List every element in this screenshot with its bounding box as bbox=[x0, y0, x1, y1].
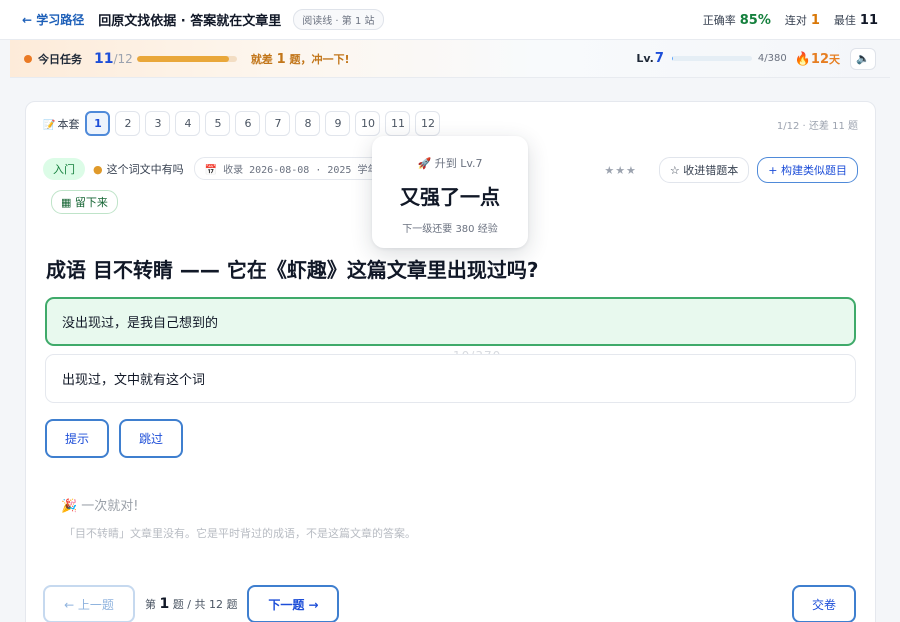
level-area: Lv.7 4/380 🔥12天 🔈 bbox=[636, 47, 876, 70]
sound-toggle-button[interactable]: 🔈 bbox=[850, 47, 876, 70]
level-up-title: 又强了一点 bbox=[400, 185, 500, 209]
set-label-text: 本套 bbox=[57, 117, 80, 131]
task-hint-number: 1 bbox=[276, 51, 286, 67]
best-value: 11 bbox=[859, 12, 878, 28]
accuracy-value: 85% bbox=[739, 12, 771, 28]
best-label: 最佳 bbox=[833, 13, 856, 27]
source-info: 📅 收录 2026-08-08 · 2025 学年第 bbox=[193, 157, 399, 180]
page-suffix: 题 / 共 12 题 bbox=[172, 598, 238, 611]
level-label: Lv.7 bbox=[636, 51, 664, 66]
feedback-explanation: 「目不转睛」文章里没有。它是平时背过的成语，不是这篇文章的答案。 bbox=[64, 527, 416, 540]
feedback-title-text: 一次就对! bbox=[81, 499, 139, 514]
level-up-heading: 🚀 升到 Lv.7 bbox=[417, 157, 483, 170]
next-question-button[interactable]: 下一题 → bbox=[247, 585, 340, 622]
question-number-button[interactable]: 4 bbox=[175, 111, 201, 136]
difficulty-badge: 入门 bbox=[43, 157, 85, 180]
option-b[interactable]: 出现过，文中就有这个词 bbox=[45, 354, 856, 403]
task-count: 11/12 bbox=[94, 50, 133, 67]
day-streak-unit: 天 bbox=[829, 52, 840, 66]
streak-correct-label: 连对 bbox=[784, 13, 807, 27]
pencil-icon: 📝 bbox=[43, 119, 56, 131]
question-number-button[interactable]: 3 bbox=[145, 111, 171, 136]
question-number-button[interactable]: 12 bbox=[415, 111, 441, 136]
level-prefix: Lv. bbox=[636, 52, 654, 65]
option-b-text: 出现过，文中就有这个词 bbox=[62, 373, 206, 388]
xp-text: 4/380 bbox=[757, 53, 787, 64]
xp-progress-bar bbox=[671, 56, 752, 61]
question-number-button[interactable]: 10 bbox=[355, 111, 381, 136]
skip-button[interactable]: 跳过 bbox=[119, 419, 183, 458]
back-to-learning-path-link[interactable]: ← 学习路径 bbox=[22, 11, 84, 28]
page-prefix: 第 bbox=[145, 598, 156, 611]
build-similar-button[interactable]: + 构建类似题目 bbox=[757, 157, 858, 183]
page-indicator: 第 1 题 / 共 12 题 bbox=[145, 596, 237, 612]
option-a-text: 没出现过，是我自己想到的 bbox=[62, 316, 219, 331]
xp-progress-fill bbox=[671, 56, 673, 61]
question-type-icon: ● bbox=[93, 162, 103, 176]
daily-task-text: 今日任务 bbox=[38, 52, 82, 66]
day-streak: 🔥12天 bbox=[795, 51, 840, 67]
question-number-button[interactable]: 1 bbox=[85, 111, 111, 136]
stage-tag: 阅读线 · 第 1 站 bbox=[293, 9, 384, 30]
question-number-button[interactable]: 7 bbox=[265, 111, 291, 136]
question-number-button[interactable]: 9 bbox=[325, 111, 351, 136]
level-up-popup: 🚀 升到 Lv.7 又强了一点 下一级还要 380 经验 bbox=[372, 136, 528, 248]
task-done-count: 11 bbox=[94, 50, 114, 67]
previous-question-button[interactable]: ← 上一题 bbox=[43, 585, 135, 622]
feedback-title: 🎉 一次就对! bbox=[61, 495, 138, 514]
daily-task-label: 今日任务 bbox=[24, 51, 82, 67]
task-dot-icon bbox=[24, 54, 32, 63]
streak-correct-value: 1 bbox=[810, 12, 820, 28]
page-title: 回原文找依据 · 答案就在文章里 bbox=[98, 14, 282, 29]
speaker-icon: 🔈 bbox=[856, 52, 870, 65]
task-hint-suffix: 题，冲一下! bbox=[289, 52, 350, 66]
submit-quiz-button[interactable]: 交卷 bbox=[792, 585, 856, 622]
keep-button[interactable]: ▦ 留下来 bbox=[51, 190, 118, 214]
level-value: 7 bbox=[654, 51, 664, 66]
task-progress-bar bbox=[136, 55, 237, 62]
question-number-button[interactable]: 8 bbox=[295, 111, 321, 136]
question-number-button[interactable]: 5 bbox=[205, 111, 231, 136]
question-type: ● 这个词文中有吗 bbox=[93, 161, 184, 177]
stats: 正确率 85% 连对 1 最佳 11 bbox=[689, 12, 878, 28]
party-icon: 🎉 bbox=[61, 499, 78, 514]
daily-task-bar: 今日任务 11/12 就差 1 题，冲一下! Lv.7 4/380 🔥12天 🔈 bbox=[10, 40, 890, 78]
question-actions: ★★★ ☆ 收进错题本 + 构建类似题目 bbox=[604, 157, 858, 183]
accuracy-label: 正确率 bbox=[702, 13, 736, 27]
page-current: 1 bbox=[159, 596, 170, 612]
question-meta: 入门 ● 这个词文中有吗 📅 收录 2026-08-08 · 2025 学年第 bbox=[43, 157, 399, 180]
question-number-button[interactable]: 11 bbox=[385, 111, 411, 136]
option-a[interactable]: 没出现过，是我自己想到的 bbox=[45, 297, 856, 346]
day-streak-value: 🔥12 bbox=[794, 51, 829, 67]
question-number-button[interactable]: 2 bbox=[115, 111, 141, 136]
task-hint-prefix: 就差 bbox=[250, 52, 273, 66]
question-navigator: 📝 本套 1 2 3 4 5 6 7 8 9 10 11 12 bbox=[43, 111, 445, 136]
task-hint: 就差 1 题，冲一下! bbox=[251, 51, 350, 67]
quiz-progress-text: 1/12 · 还差 11 题 bbox=[776, 121, 858, 132]
bottom-navigation: ← 上一题 第 1 题 / 共 12 题 下一题 → bbox=[43, 585, 340, 622]
task-total-count: 12 bbox=[117, 51, 133, 66]
top-bar: ← 学习路径 回原文找依据 · 答案就在文章里 阅读线 · 第 1 站 正确率 … bbox=[0, 0, 900, 40]
level-up-subtitle: 下一级还要 380 经验 bbox=[402, 224, 498, 235]
question-type-label: 这个词文中有吗 bbox=[106, 162, 184, 176]
difficulty-stars: ★★★ bbox=[604, 163, 637, 177]
question-number-button[interactable]: 6 bbox=[235, 111, 261, 136]
task-progress-fill bbox=[136, 55, 229, 62]
set-label: 📝 本套 bbox=[43, 116, 79, 132]
collect-mistake-button[interactable]: ☆ 收进错题本 bbox=[658, 157, 750, 183]
question-text: 成语 目不转睛 —— 它在《虾趣》这篇文章里出现过吗? bbox=[46, 258, 539, 282]
hint-button[interactable]: 提示 bbox=[45, 419, 109, 458]
